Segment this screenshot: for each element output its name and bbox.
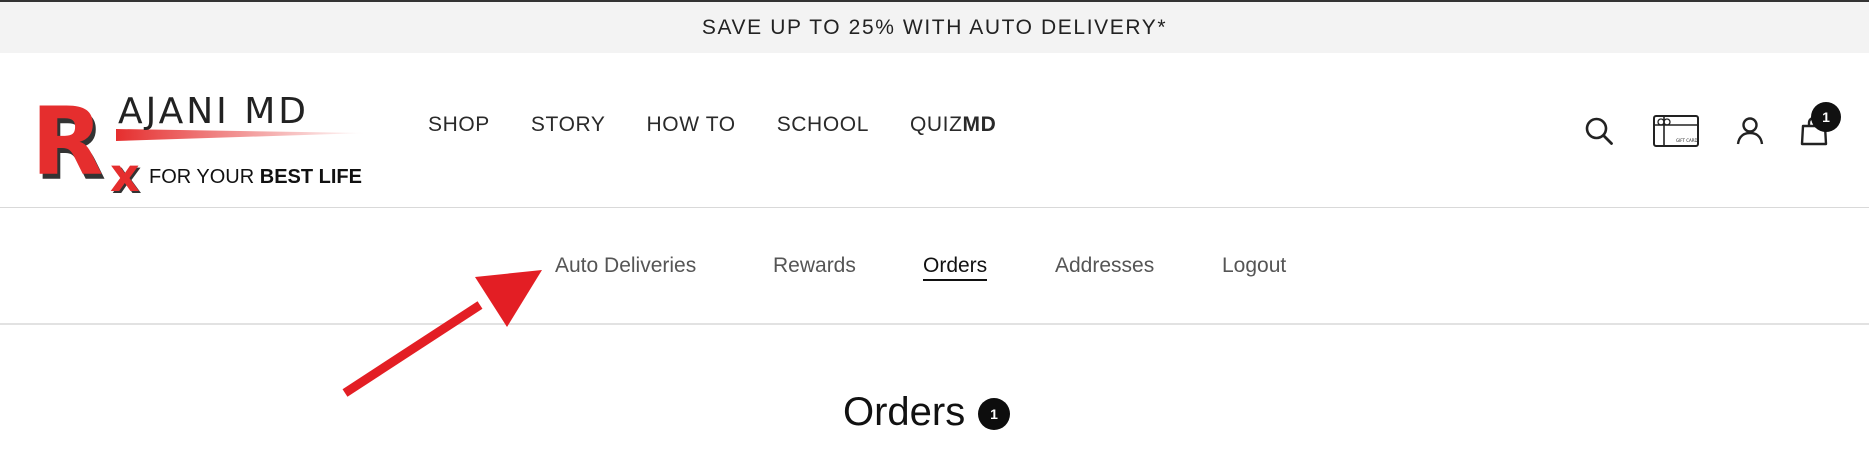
gift-card-icon[interactable]: GIFT CARD — [1653, 115, 1699, 147]
nav-how-to[interactable]: HOW TO — [647, 113, 736, 137]
announcement-text: SAVE UP TO 25% WITH AUTO DELIVERY* — [701, 15, 1168, 39]
nav-quizmd[interactable]: QUIZMD — [910, 113, 996, 137]
announcement-bar: SAVE UP TO 25% WITH AUTO DELIVERY* — [0, 0, 1869, 53]
account-navigation: Auto Deliveries Rewards Orders Addresses… — [0, 208, 1869, 325]
nav-story[interactable]: STORY — [531, 113, 606, 137]
nav-quizmd-bold: MD — [962, 113, 997, 136]
svg-text:GIFT CARD: GIFT CARD — [1676, 138, 1698, 143]
cart-count-badge: 1 — [1811, 102, 1841, 132]
page-title: Orders — [843, 390, 966, 434]
svg-text:x: x — [110, 148, 140, 201]
site-header: R R x x AJANI MD FOR YOUR BEST LIFE SHOP… — [0, 53, 1869, 208]
logo-graphic: R R x x AJANI MD FOR YOUR BEST LIFE — [31, 88, 366, 204]
svg-text:FOR YOUR BEST LIFE: FOR YOUR BEST LIFE — [149, 166, 362, 188]
cart-button[interactable]: 1 — [1799, 102, 1841, 146]
nav-shop[interactable]: SHOP — [428, 113, 490, 137]
svg-text:AJANI MD: AJANI MD — [118, 91, 309, 132]
nav-quizmd-regular: QUIZ — [909, 113, 963, 136]
search-icon[interactable] — [1584, 116, 1614, 146]
tab-logout[interactable]: Logout — [1222, 254, 1286, 278]
header-icons: GIFT CARD 1 — [1584, 102, 1841, 151]
rajani-md-logo[interactable]: R R x x AJANI MD FOR YOUR BEST LIFE — [31, 81, 386, 204]
tab-orders[interactable]: Orders — [923, 254, 988, 281]
svg-text:R: R — [36, 88, 103, 197]
user-icon[interactable] — [1735, 116, 1765, 146]
annotation-arrow — [342, 270, 542, 397]
tab-addresses[interactable]: Addresses — [1055, 254, 1154, 278]
tab-rewards[interactable]: Rewards — [773, 254, 856, 278]
main-navigation: SHOP STORY HOW TO SCHOOL QUIZMD — [428, 113, 1037, 137]
orders-count-badge: 1 — [978, 398, 1010, 430]
tab-auto-deliveries[interactable]: Auto Deliveries — [555, 254, 696, 278]
nav-school[interactable]: SCHOOL — [777, 113, 869, 137]
